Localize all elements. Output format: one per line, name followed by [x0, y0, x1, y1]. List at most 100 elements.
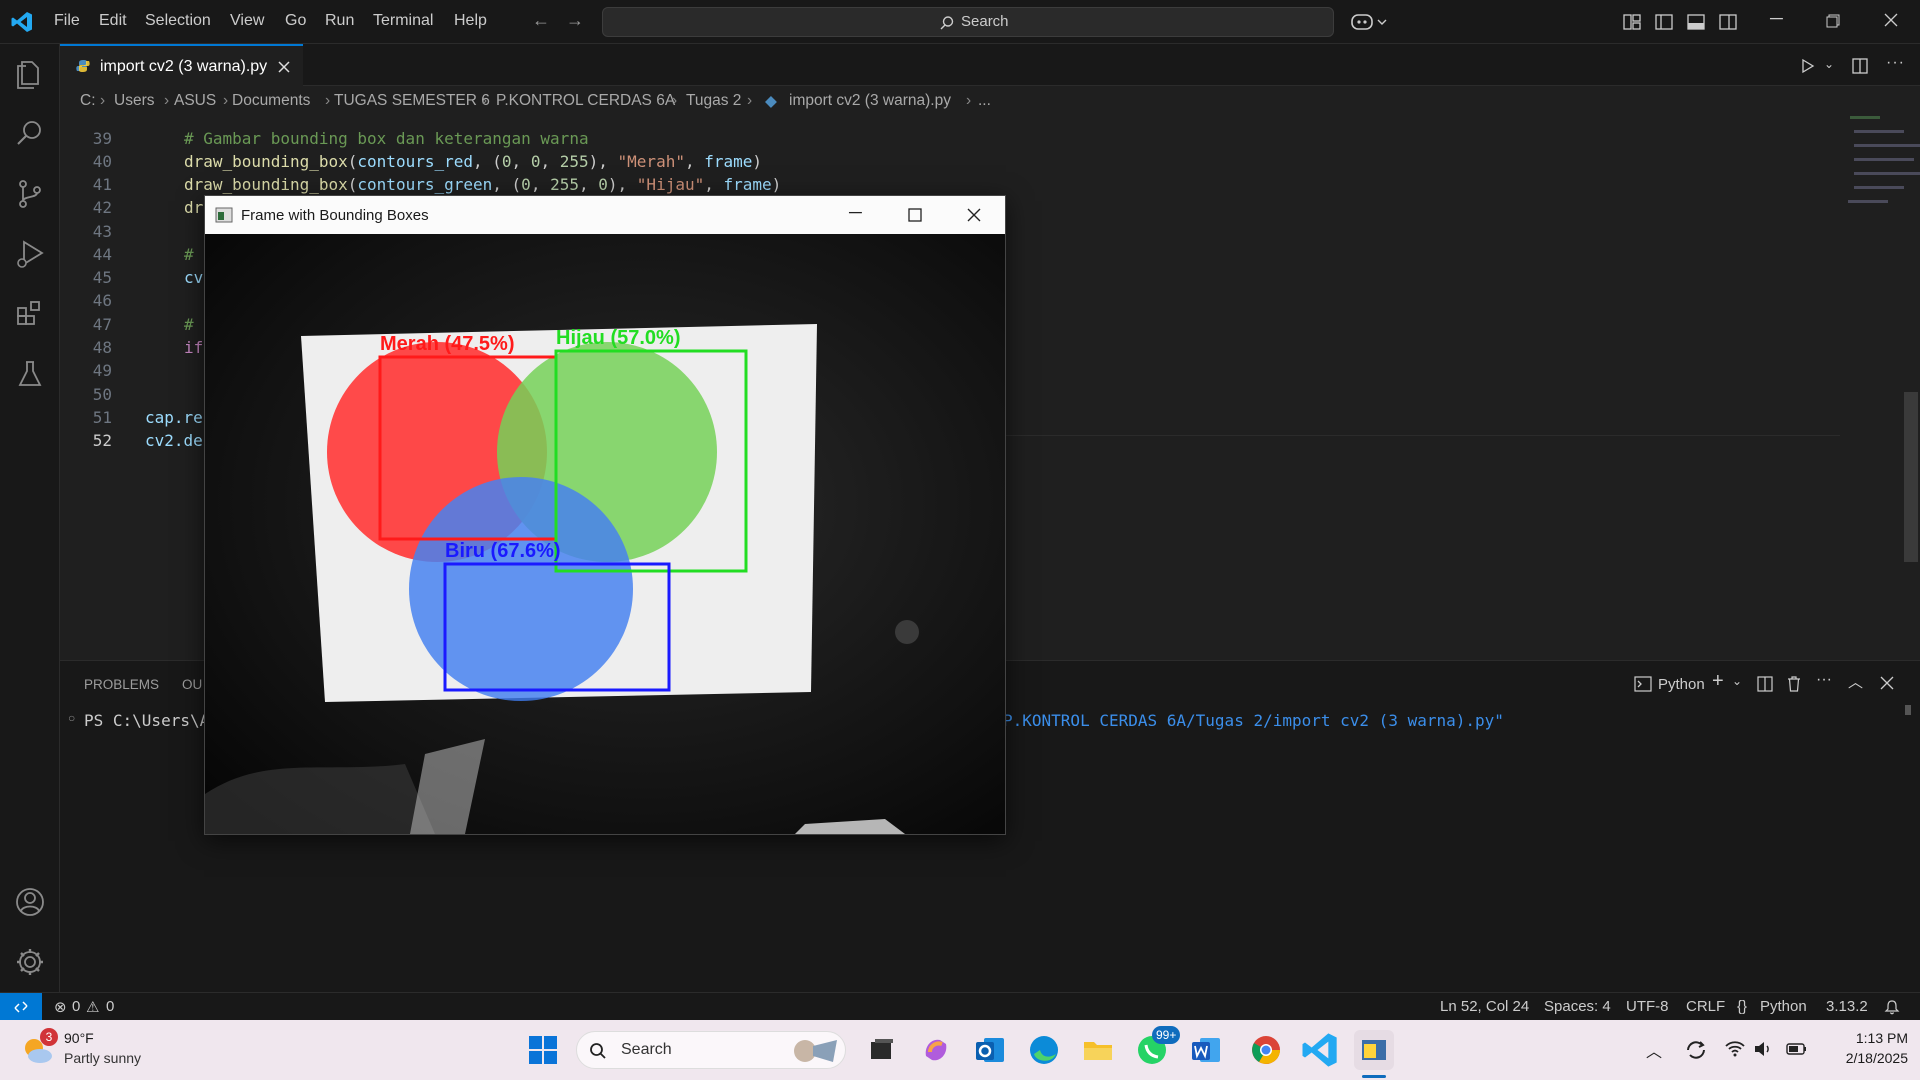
close-tab-icon[interactable] — [278, 61, 290, 73]
windows-start-icon[interactable] — [528, 1035, 558, 1065]
cursor-position[interactable]: Ln 52, Col 24 — [1440, 998, 1529, 1015]
breadcrumb-item[interactable]: import cv2 (3 warna).py — [789, 92, 951, 110]
more-actions-icon[interactable]: ··· — [1886, 54, 1905, 72]
battery-icon[interactable] — [1786, 1040, 1808, 1058]
opencv-window[interactable]: Frame with Bounding Boxes ─ Merah (47.5%… — [204, 195, 1006, 835]
forward-arrow-icon[interactable]: → — [566, 10, 584, 31]
search-highlight-icon — [794, 1040, 837, 1062]
language-mode[interactable]: Python — [1760, 998, 1807, 1015]
search-icon[interactable] — [12, 116, 48, 152]
restore-window-icon[interactable] — [1826, 14, 1840, 28]
python-version[interactable]: 3.13.2 — [1826, 998, 1868, 1015]
task-view-app[interactable] — [862, 1030, 902, 1070]
whatsapp-app[interactable]: 99+ — [1132, 1026, 1181, 1070]
toggle-panel-icon[interactable] — [1686, 12, 1706, 32]
clock-time[interactable]: 1:13 PM — [1832, 1030, 1908, 1046]
word-app[interactable] — [1186, 1030, 1226, 1070]
taskbar-search[interactable]: Search — [576, 1031, 846, 1069]
breadcrumb-item[interactable]: P.KONTROL CERDAS 6A — [496, 92, 675, 110]
outlook-app[interactable] — [970, 1030, 1010, 1070]
minimize-window-icon[interactable]: ─ — [1770, 8, 1783, 29]
breadcrumb-item[interactable]: TUGAS SEMESTER 6 — [334, 92, 490, 110]
close-panel-icon[interactable] — [1880, 676, 1894, 690]
warning-count[interactable]: 0 — [106, 998, 114, 1015]
show-hidden-icons-icon[interactable]: ︿ — [1646, 1038, 1662, 1062]
menu-file[interactable]: File — [54, 12, 80, 30]
status-bar: ⊗ 0 ⚠ 0 Ln 52, Col 24 Spaces: 4 UTF-8 CR… — [0, 992, 1920, 1020]
remote-indicator[interactable] — [0, 993, 42, 1020]
taskbar-search-label: Search — [621, 1041, 672, 1058]
toggle-primary-sidebar-icon[interactable] — [1654, 12, 1674, 32]
breadcrumb-item[interactable]: Users — [114, 92, 154, 110]
menu-go[interactable]: Go — [285, 12, 306, 30]
file-explorer-app[interactable] — [1078, 1030, 1118, 1070]
error-count[interactable]: 0 — [72, 998, 80, 1015]
split-terminal-icon[interactable] — [1756, 675, 1774, 693]
whatsapp-badge: 99+ — [1152, 1026, 1181, 1044]
minimap[interactable] — [1840, 114, 1920, 224]
chevron-right-icon: › — [223, 92, 229, 109]
clock-date[interactable]: 2/18/2025 — [1818, 1050, 1908, 1066]
weather-desc[interactable]: Partly sunny — [64, 1050, 141, 1066]
breadcrumb-item[interactable]: ... — [978, 92, 991, 110]
wifi-icon[interactable] — [1724, 1038, 1746, 1060]
encoding[interactable]: UTF-8 — [1626, 998, 1669, 1015]
close-window-icon[interactable] — [1884, 13, 1898, 27]
edge-app[interactable] — [1024, 1030, 1064, 1070]
weather-widget[interactable]: 3 — [20, 1028, 58, 1068]
code-line: draw_bounding_box(contours_green, (0, 25… — [184, 175, 782, 194]
python-window-app[interactable] — [1354, 1030, 1394, 1070]
split-editor-icon[interactable] — [1851, 57, 1869, 75]
weather-temp[interactable]: 90°F — [64, 1030, 94, 1046]
breadcrumb-item[interactable]: Tugas 2 — [686, 92, 741, 110]
accounts-icon[interactable] — [12, 884, 48, 920]
bell-icon[interactable] — [1884, 999, 1900, 1015]
end-of-line[interactable]: CRLF — [1686, 998, 1725, 1015]
run-debug-icon[interactable] — [12, 236, 48, 272]
extensions-icon[interactable] — [12, 296, 48, 332]
copilot-app[interactable] — [916, 1030, 956, 1070]
chevron-down-icon[interactable]: ⌄ — [1732, 674, 1742, 688]
indentation[interactable]: Spaces: 4 — [1544, 998, 1611, 1015]
maximize-icon[interactable] — [908, 208, 922, 222]
vscode-app[interactable] — [1300, 1030, 1340, 1070]
more-actions-icon[interactable]: ··· — [1816, 671, 1832, 689]
new-terminal-icon[interactable]: + — [1712, 670, 1724, 693]
terminal-command-path: P.KONTROL CERDAS 6A/Tugas 2/import cv2 (… — [1003, 711, 1504, 730]
maximize-panel-icon[interactable]: ︿ — [1848, 671, 1863, 692]
trash-icon[interactable] — [1786, 675, 1802, 693]
tab-output[interactable]: OU — [182, 677, 202, 692]
testing-icon[interactable] — [12, 356, 48, 392]
chrome-app[interactable] — [1246, 1030, 1286, 1070]
tab-problems[interactable]: PROBLEMS — [84, 677, 159, 692]
editor-scrollbar[interactable] — [1904, 392, 1918, 562]
menu-selection[interactable]: Selection — [145, 12, 211, 30]
toggle-secondary-sidebar-icon[interactable] — [1718, 12, 1738, 32]
breadcrumb-item[interactable]: ASUS — [174, 92, 216, 110]
run-dropdown-chevron-icon[interactable]: ⌄ — [1824, 57, 1834, 71]
menu-view[interactable]: View — [230, 12, 264, 30]
explorer-icon[interactable] — [12, 56, 48, 92]
copilot-icon — [925, 1039, 947, 1061]
breadcrumb-item[interactable]: C: — [80, 92, 96, 110]
source-control-icon[interactable] — [12, 176, 48, 212]
command-center-search[interactable]: Search — [602, 7, 1334, 37]
sync-icon[interactable] — [1684, 1038, 1708, 1062]
menu-help[interactable]: Help — [454, 12, 487, 30]
settings-gear-icon[interactable] — [12, 944, 48, 980]
panel-scrollbar[interactable] — [1905, 705, 1911, 715]
copilot-icon[interactable] — [1350, 11, 1390, 33]
opencv-window-titlebar[interactable]: Frame with Bounding Boxes ─ — [205, 196, 1005, 234]
breadcrumb-item[interactable]: Documents — [232, 92, 310, 110]
run-python-file-icon[interactable] — [1800, 58, 1816, 74]
back-arrow-icon[interactable]: ← — [532, 10, 550, 31]
customize-layout-icon[interactable] — [1622, 12, 1642, 32]
minimize-icon[interactable]: ─ — [849, 202, 862, 223]
menu-edit[interactable]: Edit — [99, 12, 127, 30]
volume-icon[interactable] — [1752, 1038, 1774, 1060]
tab-import-cv2[interactable]: import cv2 (3 warna).py — [60, 44, 303, 86]
menu-run[interactable]: Run — [325, 12, 354, 30]
terminal-type-label[interactable]: Python — [1658, 676, 1705, 693]
menu-terminal[interactable]: Terminal — [373, 12, 433, 30]
close-icon[interactable] — [967, 208, 981, 222]
